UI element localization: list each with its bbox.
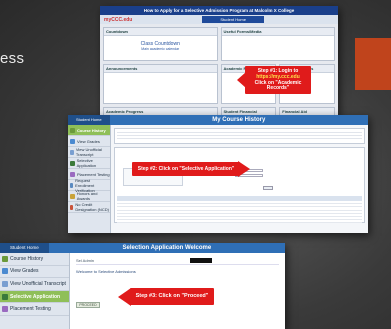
grades-icon bbox=[2, 268, 8, 275]
countdown-panel: Countdown Class Countdown Main academic … bbox=[103, 27, 218, 61]
student-home-button[interactable]: Student Home bbox=[0, 243, 49, 253]
sidebar-item-enrollment-verification[interactable]: Request Enrollment Verification bbox=[68, 178, 110, 193]
sidebar-item-label: View Unofficial Transcript bbox=[10, 280, 66, 287]
welcome-sidebar: Course History View Grades View Unoffici… bbox=[0, 253, 70, 329]
sidebar-item-ncd[interactable]: No Credit Designation (NCD) bbox=[68, 202, 110, 213]
search-button[interactable] bbox=[263, 186, 273, 190]
portal-screenshot: How to Apply for a Selective Admission P… bbox=[100, 6, 338, 116]
sidebar-item-label: Selective Application bbox=[76, 158, 97, 168]
sidebar-item-course-history[interactable]: Course History bbox=[0, 253, 69, 266]
slide-partial-text: ess bbox=[0, 50, 25, 67]
course-history-main bbox=[111, 125, 368, 233]
grades-icon bbox=[70, 138, 75, 144]
sidebar-item-honors[interactable]: Honors and Awards bbox=[68, 191, 110, 202]
panel-body bbox=[104, 73, 217, 77]
course-history-body: Course History View Grades View Unoffici… bbox=[68, 125, 368, 233]
portal-title: How to Apply for a Selective Admission P… bbox=[100, 6, 338, 15]
ncd-icon bbox=[70, 204, 74, 210]
course-history-sidebar: Course History View Grades View Unoffici… bbox=[68, 125, 111, 233]
panel-header: Announcements bbox=[104, 65, 217, 73]
sidebar-item-course-history[interactable]: Course History bbox=[68, 125, 110, 136]
slide-accent-bar bbox=[355, 38, 391, 90]
testing-icon bbox=[70, 171, 75, 177]
application-icon bbox=[2, 293, 8, 300]
program-label: Sel Admin bbox=[76, 258, 95, 263]
sidebar-item-view-grades[interactable]: View Grades bbox=[68, 136, 110, 147]
award-icon bbox=[70, 193, 75, 199]
course-history-icon bbox=[70, 127, 75, 133]
sidebar-item-label: View Unofficial Transcript bbox=[75, 147, 102, 157]
welcome-header: Student Home Selection Application Welco… bbox=[0, 243, 285, 253]
callout-step1: Step #1: Login to https://my.ccc.edu Cli… bbox=[245, 66, 311, 94]
redacted-bar bbox=[190, 258, 213, 263]
sidebar-item-label: No Credit Designation (NCD) bbox=[75, 202, 109, 212]
sidebar-item-label: Course History bbox=[10, 255, 44, 262]
transcript-icon bbox=[70, 149, 74, 155]
callout-step3: Step #3: Click on "Proceed" bbox=[130, 288, 214, 305]
portal-nav-bar: myCCC.edu Student Home bbox=[100, 15, 338, 24]
announcements-panel: Announcements bbox=[103, 64, 218, 104]
course-history-header: Student Home My Course History bbox=[68, 115, 368, 125]
page-title: Selection Application Welcome bbox=[122, 245, 212, 251]
sidebar-item-label: View Grades bbox=[10, 268, 39, 275]
sidebar-item-placement-testing[interactable]: Placement Testing bbox=[0, 303, 69, 316]
sidebar-item-label: Honors and Awards bbox=[76, 191, 98, 201]
course-table-section bbox=[114, 147, 365, 224]
callout-arrow-step2 bbox=[238, 161, 250, 177]
panel-body: Class Countdown Main academic calendar bbox=[104, 36, 217, 54]
info-row bbox=[117, 136, 362, 139]
panel-body bbox=[222, 36, 335, 40]
sidebar-item-label: Placement Testing bbox=[77, 171, 110, 177]
sidebar-item-view-grades[interactable]: View Grades bbox=[0, 266, 69, 279]
sidebar-item-label: Course History bbox=[77, 127, 106, 133]
proceed-button[interactable]: PROCEED bbox=[76, 302, 100, 308]
application-icon bbox=[70, 160, 75, 166]
course-history-icon bbox=[2, 255, 8, 262]
sidebar-item-transcript[interactable]: View Unofficial Transcript bbox=[68, 147, 110, 158]
verification-icon bbox=[70, 182, 74, 188]
testing-icon bbox=[2, 306, 8, 313]
sidebar-item-selective-application[interactable]: Selective Application bbox=[68, 158, 110, 169]
transcript-icon bbox=[2, 280, 8, 287]
quick-links-panel: Useful Forms/Media bbox=[220, 27, 335, 61]
sidebar-item-selective-application[interactable]: Selective Application bbox=[0, 290, 69, 304]
welcome-heading: Welcome to Selective Admissions bbox=[76, 269, 136, 274]
sidebar-item-label: View Grades bbox=[77, 138, 100, 144]
course-grid bbox=[117, 196, 362, 224]
student-info-box bbox=[114, 128, 365, 144]
student-home-button[interactable]: Student Home bbox=[68, 115, 110, 125]
callout-step1-line3: Click on "Academic Records" bbox=[254, 79, 302, 92]
sidebar-item-label: Selective Application bbox=[10, 293, 61, 300]
application-welcome-screenshot: Student Home Selection Application Welco… bbox=[0, 243, 285, 329]
table-row bbox=[117, 220, 362, 224]
callout-step2: Step #2: Click on "Selective Application… bbox=[132, 162, 240, 176]
sidebar-item-transcript[interactable]: View Unofficial Transcript bbox=[0, 278, 69, 291]
program-row: Sel Admin bbox=[76, 257, 279, 265]
student-home-tab[interactable]: Student Home bbox=[202, 16, 264, 23]
page-title: My Course History bbox=[212, 117, 266, 123]
portal-logo[interactable]: myCCC.edu bbox=[104, 17, 132, 23]
panel-header: Useful Forms/Media bbox=[221, 28, 334, 36]
countdown-sub: Main academic calendar bbox=[141, 47, 180, 51]
panel-header: Countdown bbox=[104, 28, 217, 36]
sidebar-item-label: Placement Testing bbox=[10, 306, 51, 313]
